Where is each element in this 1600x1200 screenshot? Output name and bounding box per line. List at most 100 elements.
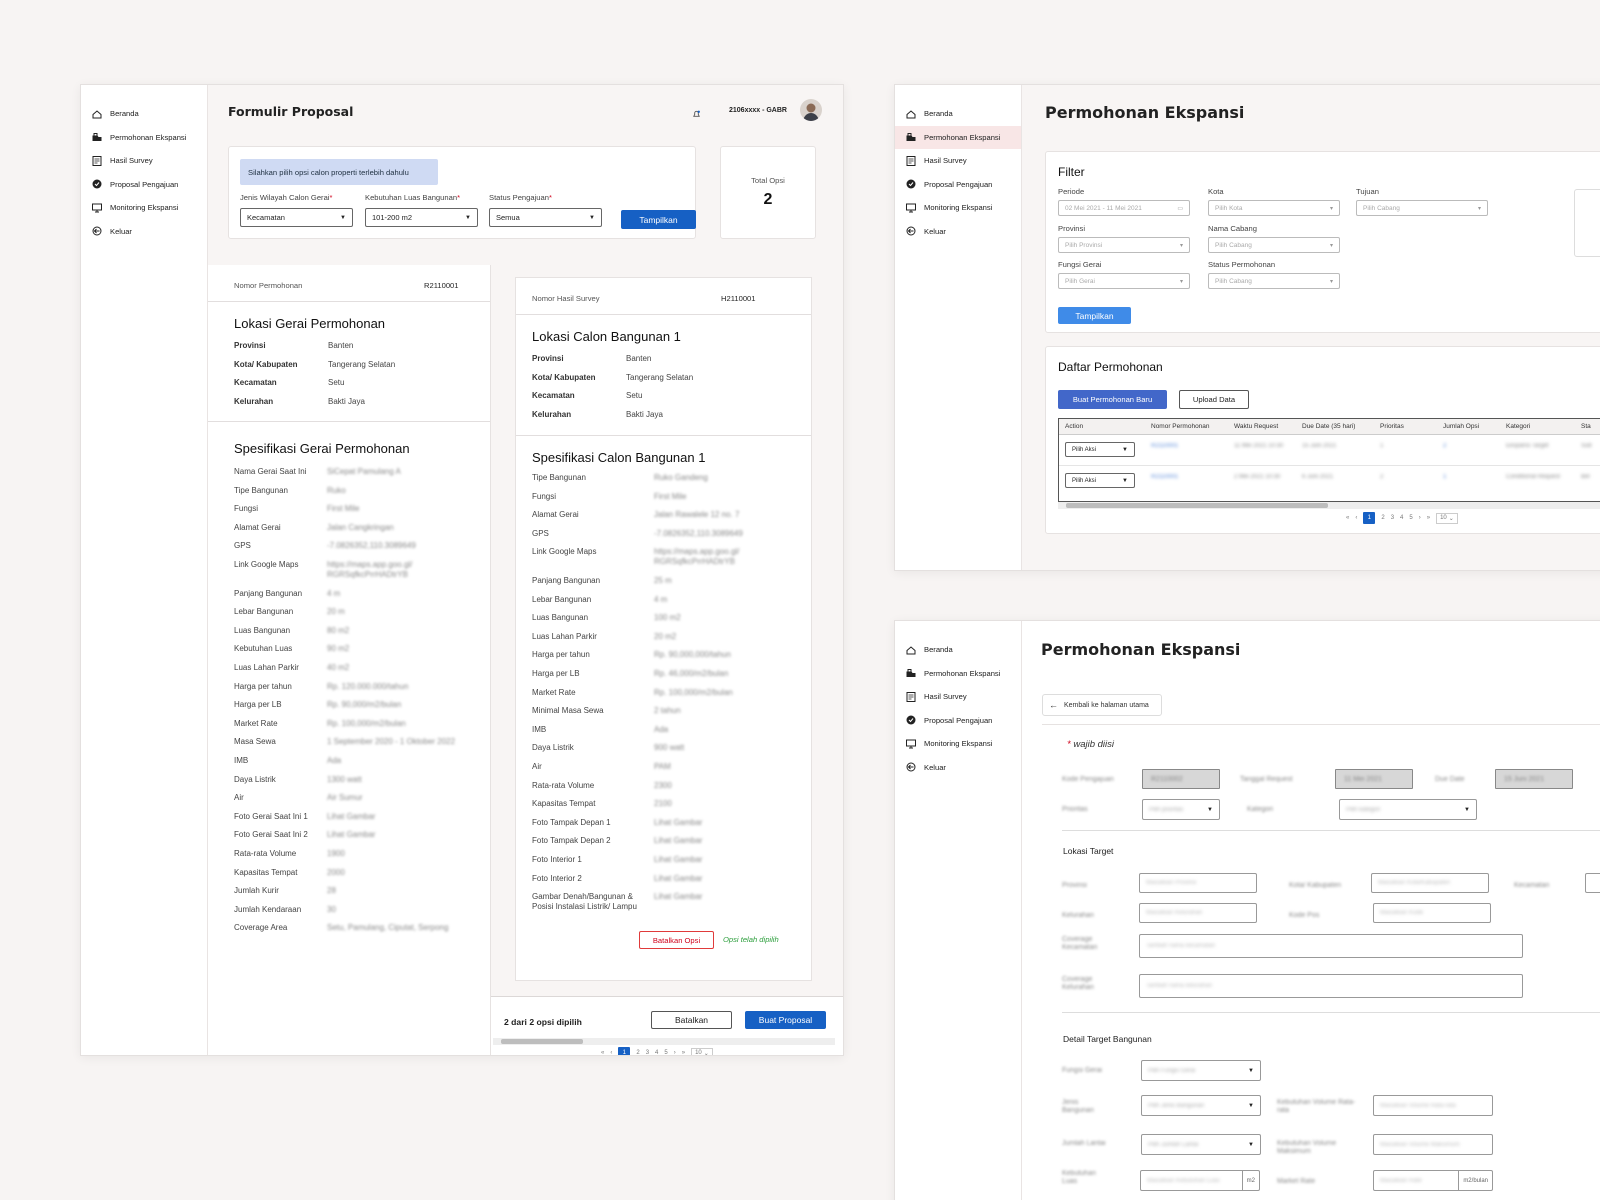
per-page-select[interactable]: 10 ⌄: [1436, 512, 1458, 524]
sidebar-item-hasil-survey[interactable]: Hasil Survey: [81, 149, 207, 173]
spec-key: Luas Lahan Parkir: [532, 631, 597, 641]
pager-arrow[interactable]: «: [601, 1050, 604, 1055]
chevron-down-icon: ▼: [1464, 806, 1470, 813]
pager-arrow[interactable]: »: [1427, 515, 1430, 521]
sidebar-item-label: Keluar: [924, 226, 946, 236]
sidebar-item-proposal-pengajuan[interactable]: Proposal Pengajuan: [895, 709, 1021, 733]
page-4[interactable]: 4: [1400, 515, 1403, 521]
select-field[interactable]: Pilih Jumlah Lantai ▼: [1141, 1134, 1261, 1155]
filter-select[interactable]: Pilih Cabang ▾: [1356, 200, 1488, 216]
text-input[interactable]: Masukkan Kode: [1373, 903, 1491, 923]
sidebar-item-permohonan-ekspansi[interactable]: Permohonan Ekspansi: [81, 126, 207, 150]
filter-label: Periode: [1058, 187, 1085, 196]
text-input[interactable]: Masukkan Kebutuhan Luas m2: [1140, 1170, 1260, 1191]
action-select[interactable]: Pilih Aksi ▼: [1065, 473, 1135, 488]
cell[interactable]: R2110001: [1151, 443, 1178, 449]
folder-icon: [91, 131, 110, 143]
spec-value: 900 watt: [654, 743, 685, 753]
location-row: Kelurahan Bakti Jaya: [234, 397, 365, 406]
text-input[interactable]: Masukkan Kelurahan: [1139, 903, 1257, 923]
filter-label-text: Kebutuhan Luas Bangunan: [365, 193, 458, 202]
sidebar-item-hasil-survey[interactable]: Hasil Survey: [895, 149, 1021, 173]
text-input[interactable]: Masukkan Volume Maksimum: [1373, 1134, 1493, 1155]
filter-select[interactable]: Pilih Gerai ▾: [1058, 273, 1190, 289]
page-4[interactable]: 4: [655, 1050, 658, 1055]
sidebar-item-beranda[interactable]: Beranda: [895, 638, 1021, 662]
spec-row: Luas Bangunan 80 m2: [234, 626, 480, 636]
sidebar-item-monitoring-ekspansi[interactable]: Monitoring Ekspansi: [895, 196, 1021, 220]
sidebar-item-permohonan-ekspansi[interactable]: Permohonan Ekspansi: [895, 125, 1021, 149]
cancel-option-button[interactable]: Batalkan Opsi: [639, 931, 714, 949]
spec-row: Rata-rata Volume 1900: [234, 849, 480, 859]
select-field[interactable]: Pilih Fungsi Gerai ▼: [1141, 1060, 1261, 1081]
sidebar-item-beranda[interactable]: Beranda: [81, 102, 207, 126]
new-request-button[interactable]: Buat Permohonan Baru: [1058, 390, 1167, 409]
show-button[interactable]: Tampilkan: [621, 210, 696, 229]
filter-select[interactable]: 101-200 m2 ▼: [365, 208, 478, 227]
text-input[interactable]: Tambah nama kecamatan: [1139, 934, 1523, 958]
page-1[interactable]: 1: [618, 1047, 631, 1055]
filter-select[interactable]: 02 Mei 2021 - 11 Mei 2021 ▭: [1058, 200, 1190, 216]
table-scrollbar[interactable]: [1058, 502, 1600, 509]
sidebar-item-keluar[interactable]: Keluar: [81, 220, 207, 244]
pager-arrow[interactable]: »: [682, 1050, 685, 1055]
spec-row: Luas Bangunan 100 m2: [532, 613, 803, 623]
spec-key: GPS: [234, 541, 251, 551]
pager-arrow[interactable]: ›: [674, 1050, 676, 1055]
notification-icon[interactable]: [692, 106, 701, 117]
action-select[interactable]: Pilih Aksi ▼: [1065, 442, 1135, 457]
location-key: Kota/ Kabupaten: [532, 372, 596, 382]
page-1[interactable]: 1: [1363, 512, 1376, 524]
cell[interactable]: R2110001: [1151, 474, 1178, 480]
upload-data-button[interactable]: Upload Data: [1179, 390, 1249, 409]
pager-arrow[interactable]: «: [1346, 515, 1349, 521]
spec-value: Rp. 100,000/m2/bulan: [327, 718, 406, 728]
sidebar-item-keluar[interactable]: Keluar: [895, 220, 1021, 244]
filter-select[interactable]: Pilih Cabang ▾: [1208, 237, 1340, 253]
page-3[interactable]: 3: [646, 1050, 649, 1055]
page-5[interactable]: 5: [1409, 515, 1412, 521]
pager-arrow[interactable]: ‹: [1355, 515, 1357, 521]
spec-row: Foto Tampak Depan 2 Lihat Gambar: [532, 836, 803, 846]
filter-select[interactable]: Pilih Provinsi ▾: [1058, 237, 1190, 253]
per-page-select[interactable]: 10 ⌄: [691, 1047, 713, 1055]
cell: 2: [1380, 474, 1384, 480]
sidebar-item-monitoring-ekspansi[interactable]: Monitoring Ekspansi: [895, 732, 1021, 756]
create-proposal-button[interactable]: Buat Proposal: [745, 1011, 826, 1029]
page-5[interactable]: 5: [664, 1050, 667, 1055]
filter-select[interactable]: Pilih Cabang ▾: [1208, 273, 1340, 289]
field-label: Kategori: [1247, 806, 1274, 813]
page-3[interactable]: 3: [1391, 515, 1394, 521]
text-input[interactable]: Masukkan Provinsi: [1139, 873, 1257, 893]
cancel-button[interactable]: Batalkan: [651, 1011, 732, 1029]
text-input[interactable]: Masukkan Rate m2/bulan: [1373, 1170, 1493, 1191]
sidebar-item-hasil-survey[interactable]: Hasil Survey: [895, 685, 1021, 709]
select-field[interactable]: Pilih Jenis Bangunan ▼: [1141, 1095, 1261, 1116]
select-field[interactable]: Pilih kategori ▼: [1339, 799, 1477, 820]
sidebar-item-proposal-pengajuan[interactable]: Proposal Pengajuan: [81, 173, 207, 197]
horizontal-scrollbar[interactable]: [493, 1038, 835, 1045]
sidebar-item-keluar[interactable]: Keluar: [895, 756, 1021, 780]
sidebar-item-proposal-pengajuan[interactable]: Proposal Pengajuan: [895, 173, 1021, 197]
pager-arrow[interactable]: ‹: [610, 1050, 612, 1055]
sidebar-item-monitoring-ekspansi[interactable]: Monitoring Ekspansi: [81, 196, 207, 220]
select-field[interactable]: Pilih prioritas ▼: [1142, 799, 1220, 820]
sidebar-item-beranda[interactable]: Beranda: [895, 102, 1021, 126]
pager-arrow[interactable]: ›: [1419, 515, 1421, 521]
back-button[interactable]: ← Kembali ke halaman utama: [1042, 694, 1162, 716]
spec-row: Coverage Area Setu, Pamulang, Ciputat, Se…: [234, 923, 480, 933]
text-input[interactable]: Tambah nama kelurahan: [1139, 974, 1523, 998]
page-2[interactable]: 2: [1381, 515, 1384, 521]
text-input[interactable]: [1585, 873, 1600, 893]
sidebar-item-permohonan-ekspansi[interactable]: Permohonan Ekspansi: [895, 662, 1021, 686]
filter-select[interactable]: Kecamatan ▼: [240, 208, 353, 227]
show-button[interactable]: Tampilkan: [1058, 307, 1131, 324]
avatar[interactable]: [800, 99, 822, 121]
page-2[interactable]: 2: [636, 1050, 639, 1055]
text-input[interactable]: Masukkan Volume Rata-rata: [1373, 1095, 1493, 1116]
spec-row: Kebutuhan Luas 90 m2: [234, 644, 480, 654]
spec-value: 90 m2: [327, 644, 350, 654]
filter-select[interactable]: Pilih Kota ▾: [1208, 200, 1340, 216]
text-input[interactable]: Masukkan Kota/Kabupaten: [1371, 873, 1489, 893]
filter-select[interactable]: Semua ▼: [489, 208, 602, 227]
